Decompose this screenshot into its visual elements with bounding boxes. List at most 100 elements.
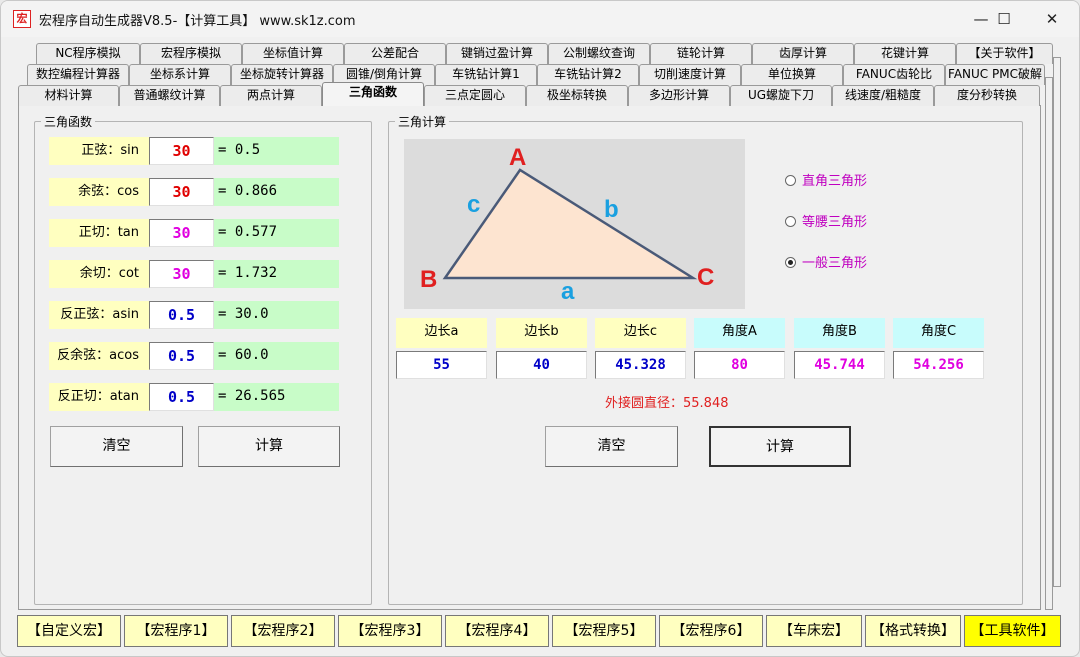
side-c-label: c bbox=[467, 191, 480, 218]
tab-material[interactable]: 材料计算 bbox=[18, 85, 119, 106]
cot-value: 1.732 bbox=[234, 265, 278, 281]
vertex-b-label: B bbox=[420, 266, 437, 293]
sin-input[interactable]: 30 bbox=[149, 137, 214, 165]
cos-input[interactable]: 30 bbox=[149, 178, 214, 206]
trig-clear-button[interactable]: 清空 bbox=[50, 426, 183, 467]
tab-dms[interactable]: 度分秒转换 bbox=[934, 85, 1040, 106]
sin-eq: = bbox=[218, 142, 227, 158]
tab-two-point[interactable]: 两点计算 bbox=[220, 85, 322, 106]
tab-turn-mill-2[interactable]: 车铣钻计算2 bbox=[537, 64, 639, 85]
radio-right-triangle-label: 直角三角形 bbox=[802, 174, 868, 189]
cot-input[interactable]: 30 bbox=[149, 260, 214, 288]
sin-result: = 0.5 bbox=[214, 137, 339, 165]
side-b-input[interactable]: 40 bbox=[496, 351, 587, 379]
vertex-a-label: A bbox=[509, 144, 526, 171]
asin-input[interactable]: 0.5 bbox=[149, 301, 214, 329]
trig-tab-panel: 三角函数 正弦：sin 30 = 0.5 余弦：cos 30 = 0.866 正… bbox=[18, 105, 1041, 610]
cos-eq: = bbox=[218, 183, 227, 199]
radio-dot-icon bbox=[785, 216, 796, 227]
bottom-macro-1-button[interactable]: 【宏程序1】 bbox=[124, 615, 228, 647]
sin-value: 0.5 bbox=[234, 142, 261, 158]
radio-general-triangle-label: 一般三角形 bbox=[802, 256, 868, 271]
radio-dot-selected-icon bbox=[785, 257, 796, 268]
bottom-macro-3-button[interactable]: 【宏程序3】 bbox=[338, 615, 442, 647]
tab-polar[interactable]: 极坐标转换 bbox=[526, 85, 628, 106]
side-c-input[interactable]: 45.328 bbox=[595, 351, 686, 379]
bottom-macro-2-button[interactable]: 【宏程序2】 bbox=[231, 615, 335, 647]
tab-row-3: 材料计算 普通螺纹计算 两点计算 三角函数 三点定圆心 极坐标转换 多边形计算 … bbox=[1, 82, 1079, 106]
maximize-button[interactable]: ☐ bbox=[981, 3, 1027, 35]
triangle-calc-button[interactable]: 计算 bbox=[709, 426, 851, 467]
tab-line-speed[interactable]: 线速度/粗糙度 bbox=[832, 85, 934, 106]
angle-a-input[interactable]: 80 bbox=[694, 351, 785, 379]
tab-coord-rotation[interactable]: 坐标旋转计算器 bbox=[231, 64, 333, 85]
header-side-a: 边长a bbox=[396, 318, 487, 348]
window-title: 宏程序自动生成器V8.5-【计算工具】 www.sk1z.com bbox=[39, 14, 356, 29]
tab-nc-calculator[interactable]: 数控编程计算器 bbox=[27, 64, 129, 85]
asin-eq: = bbox=[218, 306, 227, 322]
tab-metric-thread[interactable]: 公制螺纹查询 bbox=[548, 43, 650, 64]
atan-label: 反正切：atan bbox=[49, 383, 149, 411]
tab-tooth-thickness[interactable]: 齿厚计算 bbox=[752, 43, 854, 64]
tab-turn-mill-1[interactable]: 车铣钻计算1 bbox=[435, 64, 537, 85]
tab-key-pin[interactable]: 键销过盈计算 bbox=[446, 43, 548, 64]
tab-sprocket[interactable]: 链轮计算 bbox=[650, 43, 752, 64]
asin-result: = 30.0 bbox=[214, 301, 339, 329]
header-angle-c: 角度C bbox=[893, 318, 984, 348]
radio-isosceles-triangle[interactable]: 等腰三角形 bbox=[785, 211, 867, 231]
tab-macro-sim[interactable]: 宏程序模拟 bbox=[140, 43, 242, 64]
tan-input[interactable]: 30 bbox=[149, 219, 214, 247]
side-a-label: a bbox=[561, 278, 575, 305]
bottom-format-convert-button[interactable]: 【格式转换】 bbox=[865, 615, 961, 647]
radio-isosceles-triangle-label: 等腰三角形 bbox=[802, 215, 868, 230]
tab-coord-system[interactable]: 坐标系计算 bbox=[129, 64, 231, 85]
tab-coord-value[interactable]: 坐标值计算 bbox=[242, 43, 344, 64]
acos-input[interactable]: 0.5 bbox=[149, 342, 214, 370]
tab-about[interactable]: 【关于软件】 bbox=[956, 43, 1053, 64]
bottom-custom-macro-button[interactable]: 【自定义宏】 bbox=[17, 615, 121, 647]
header-angle-b: 角度B bbox=[794, 318, 885, 348]
tab-fanuc-gear[interactable]: FANUC齿轮比 bbox=[843, 64, 945, 85]
radio-right-triangle[interactable]: 直角三角形 bbox=[785, 170, 867, 190]
triangle-diagram: A B C a b c bbox=[404, 139, 745, 309]
tab-cutting-speed[interactable]: 切削速度计算 bbox=[639, 64, 741, 85]
cos-result: = 0.866 bbox=[214, 178, 339, 206]
bottom-macro-5-button[interactable]: 【宏程序5】 bbox=[552, 615, 656, 647]
header-angle-a: 角度A bbox=[694, 318, 785, 348]
tab-nc-sim[interactable]: NC程序模拟 bbox=[36, 43, 140, 64]
atan-input[interactable]: 0.5 bbox=[149, 383, 214, 411]
cot-eq: = bbox=[218, 265, 227, 281]
tab-row-2: 数控编程计算器 坐标系计算 坐标旋转计算器 圆锥/倒角计算 车铣钻计算1 车铣钻… bbox=[1, 64, 1079, 85]
tan-result: = 0.577 bbox=[214, 219, 339, 247]
tan-eq: = bbox=[218, 224, 227, 240]
tab-trig[interactable]: 三角函数 bbox=[322, 82, 424, 106]
close-button[interactable]: ✕ bbox=[1029, 3, 1075, 35]
bottom-tools-button[interactable]: 【工具软件】 bbox=[964, 615, 1061, 647]
title-bar: 宏 宏程序自动生成器V8.5-【计算工具】 www.sk1z.com — ☐ ✕ bbox=[1, 1, 1079, 37]
tab-spline[interactable]: 花键计算 bbox=[854, 43, 956, 64]
side-a-input[interactable]: 55 bbox=[396, 351, 487, 379]
trig-functions-legend: 三角函数 bbox=[44, 115, 93, 129]
angle-b-input[interactable]: 45.744 bbox=[794, 351, 885, 379]
triangle-clear-button[interactable]: 清空 bbox=[545, 426, 678, 467]
angle-c-input[interactable]: 54.256 bbox=[893, 351, 984, 379]
radio-general-triangle[interactable]: 一般三角形 bbox=[785, 252, 867, 272]
tan-label: 正切：tan bbox=[49, 219, 149, 247]
bottom-macro-4-button[interactable]: 【宏程序4】 bbox=[445, 615, 549, 647]
page-stack-edge-1 bbox=[1053, 57, 1061, 587]
tab-unit-convert[interactable]: 单位换算 bbox=[741, 64, 843, 85]
bottom-macro-6-button[interactable]: 【宏程序6】 bbox=[659, 615, 763, 647]
tab-polygon[interactable]: 多边形计算 bbox=[628, 85, 730, 106]
tab-fanuc-pmc[interactable]: FANUC PMC破解 bbox=[945, 64, 1045, 85]
tab-normal-thread[interactable]: 普通螺纹计算 bbox=[119, 85, 220, 106]
trig-calc-button[interactable]: 计算 bbox=[198, 426, 340, 467]
tab-ug-helix[interactable]: UG螺旋下刀 bbox=[730, 85, 832, 106]
radio-dot-icon bbox=[785, 175, 796, 186]
page-stack-edge-2 bbox=[1045, 77, 1053, 610]
tab-row-1: NC程序模拟 宏程序模拟 坐标值计算 公差配合 键销过盈计算 公制螺纹查询 链轮… bbox=[1, 43, 1079, 64]
cos-value: 0.866 bbox=[234, 183, 278, 199]
tab-three-point-circle[interactable]: 三点定圆心 bbox=[424, 85, 526, 106]
bottom-lathe-macro-button[interactable]: 【车床宏】 bbox=[766, 615, 862, 647]
sin-label: 正弦：sin bbox=[49, 137, 149, 165]
tab-tolerance[interactable]: 公差配合 bbox=[344, 43, 446, 64]
